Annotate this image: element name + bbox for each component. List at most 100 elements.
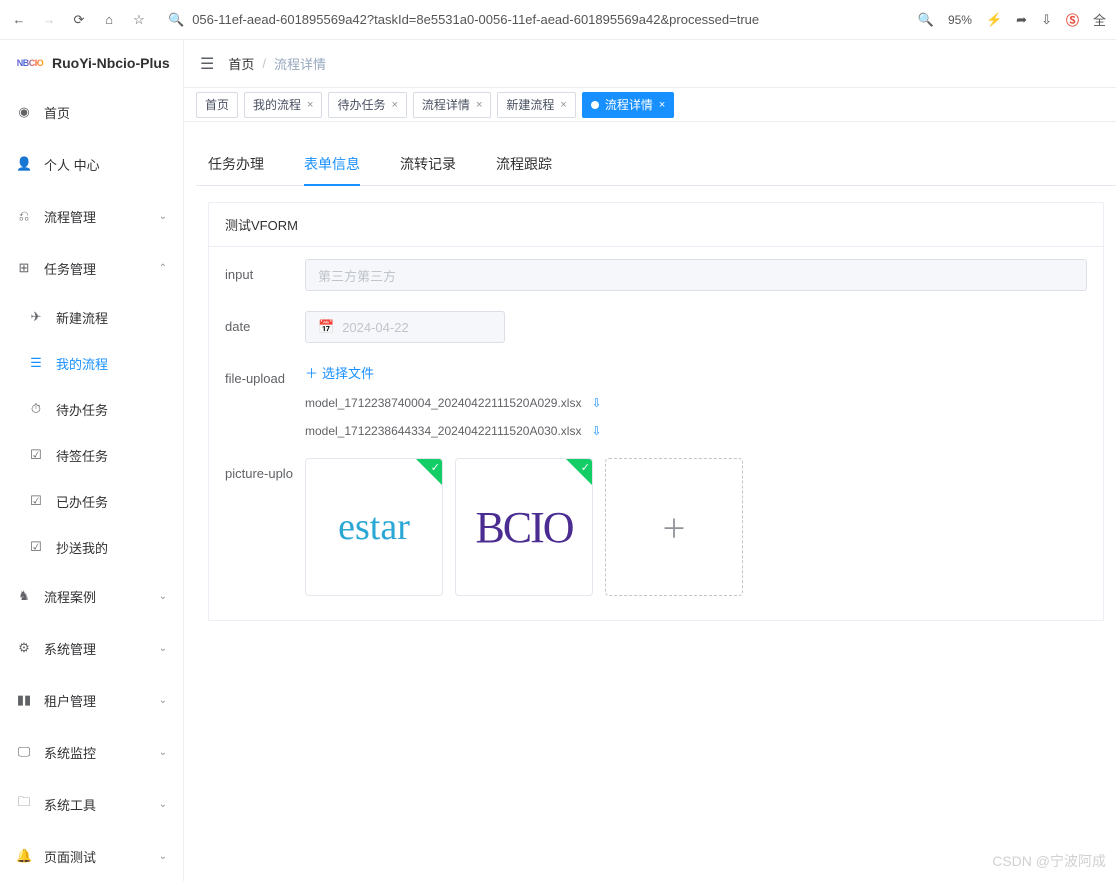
choose-file-text: 选择文件 [322,363,374,382]
inner-tab-task[interactable]: 任务办理 [208,144,264,185]
tab-flow-detail-2[interactable]: 流程详情 × [582,92,674,118]
breadcrumb-home[interactable]: 首页 [228,54,254,73]
sidebar-item-monitor[interactable]: 🖵 系统监控 ⌄ [0,726,183,778]
tab-my-flow[interactable]: 我的流程 × [244,92,322,118]
dashboard-icon: ◉ [16,104,32,120]
logo-row[interactable]: NBCIO RuoYi-Nbcio-Plus [0,40,183,86]
close-icon[interactable]: × [391,99,397,111]
inner-tab-form[interactable]: 表单信息 [304,144,360,186]
tab-label: 流程详情 [605,96,653,113]
sidebar-item-tools[interactable]: 🗀 系统工具 ⌄ [0,778,183,830]
sidebar-item-flow-mgmt[interactable]: ⎌ 流程管理 ⌄ [0,190,183,242]
more-text[interactable]: 全 [1093,10,1106,29]
star-icon[interactable]: ☆ [130,11,148,29]
user-icon: 👤 [16,156,32,172]
breadcrumb-current: 流程详情 [274,54,326,73]
tool-icon: 🗀 [16,793,32,815]
picture-thumbnail[interactable]: estar [305,458,443,596]
picture-content: estar [338,505,410,549]
zoom-out-icon[interactable]: 🔍 [918,12,934,28]
sidebar-item-task-mgmt[interactable]: ⊞ 任务管理 ⌃ [0,242,183,294]
zoom-level: 95% [948,13,972,27]
logo-icon: NBCIO [16,54,44,72]
bell-icon: 🔔 [16,848,32,864]
tenant-icon: ▮▮ [16,692,32,708]
sidebar-item-label: 系统工具 [44,795,96,814]
file-item: model_1712238740004_20240422111520A029.x… [305,396,1087,410]
bolt-icon[interactable]: ⚡ [986,12,1002,28]
case-icon: ♞ [16,588,32,604]
sidebar-item-home[interactable]: ◉ 首页 [0,86,183,138]
form-card: 测试VFORM input 第三方第三方 date 📅 2024- [208,202,1104,621]
close-icon[interactable]: × [659,99,665,111]
sidebar-item-label: 流程管理 [44,207,96,226]
search-icon: 🔍 [168,12,184,28]
list-icon: ☰ [28,355,44,371]
tab-label: 我的流程 [253,96,301,113]
sidebar-item-done[interactable]: ☑ 已办任务 [0,478,183,524]
task-icon: ⊞ [16,260,32,276]
tab-home[interactable]: 首页 [196,92,238,118]
picture-content: BCIO [475,502,572,553]
sidebar-item-label: 我的流程 [56,354,108,373]
sidebar-item-label: 新建流程 [56,308,108,327]
inner-tab-history[interactable]: 流转记录 [400,144,456,185]
gear-icon: ⚙ [16,640,32,656]
file-name: model_1712238740004_20240422111520A029.x… [305,396,581,410]
browser-toolbar: ← → ⟳ ⌂ ☆ 🔍 056-11ef-aead-601895569a42?t… [0,0,1116,40]
forward-icon[interactable]: → [40,11,58,29]
refresh-icon[interactable]: ⟳ [70,11,88,29]
file-label: file-upload [225,363,305,386]
chevron-down-icon: ⌄ [159,211,167,222]
task-submenu: ✈ 新建流程 ☰ 我的流程 ⏱ 待办任务 ☑ 待签任务 ☑ 已办任务 ☑ 抄送我… [0,294,183,570]
sidebar-item-label: 待签任务 [56,446,108,465]
tab-todo[interactable]: 待办任务 × [328,92,406,118]
sidebar-item-test[interactable]: 🔔 页面测试 ⌄ [0,830,183,881]
sidebar-item-profile[interactable]: 👤 个人 中心 [0,138,183,190]
hamburger-icon[interactable]: ☰ [200,54,214,74]
sidebar-item-sys-mgmt[interactable]: ⚙ 系统管理 ⌄ [0,622,183,674]
download-icon[interactable]: ⇩ [591,424,601,438]
monitor-icon: 🖵 [16,744,32,760]
watermark: CSDN @宁波阿成 [992,851,1106,871]
back-icon[interactable]: ← [10,11,28,29]
file-name: model_1712238644334_20240422111520A030.x… [305,424,581,438]
sidebar-item-tosign[interactable]: ☑ 待签任务 [0,432,183,478]
url-text: 056-11ef-aead-601895569a42?taskId=8e5531… [192,12,759,27]
chevron-down-icon: ⌄ [159,591,167,602]
active-dot-icon [591,101,599,109]
tab-label: 待办任务 [337,96,385,113]
send-icon: ✈ [28,309,44,325]
close-icon[interactable]: × [560,99,566,111]
url-bar[interactable]: 🔍 056-11ef-aead-601895569a42?taskId=8e55… [160,6,906,34]
sidebar-item-case[interactable]: ♞ 流程案例 ⌄ [0,570,183,622]
page-tabs: 首页 我的流程× 待办任务× 流程详情× 新建流程× 流程详情× [184,88,1116,122]
home-icon[interactable]: ⌂ [100,11,118,29]
sidebar-item-cc[interactable]: ☑ 抄送我的 [0,524,183,570]
inner-tab-track[interactable]: 流程跟踪 [496,144,552,185]
close-icon[interactable]: × [307,99,313,111]
choose-file-button[interactable]: ＋ 选择文件 [305,363,1087,382]
tab-new-flow[interactable]: 新建流程× [497,92,575,118]
check-icon: ☑ [28,493,44,509]
sidebar-item-new-flow[interactable]: ✈ 新建流程 [0,294,183,340]
close-icon[interactable]: × [476,99,482,111]
content: 任务办理 表单信息 流转记录 流程跟踪 测试VFORM input 第三方第三方… [184,122,1116,881]
date-field[interactable]: 📅 2024-04-22 [305,311,505,343]
picture-upload-button[interactable]: ＋ [605,458,743,596]
download-icon[interactable]: ⇩ [591,396,601,410]
sogou-icon[interactable]: Ⓢ [1066,10,1079,29]
sidebar-item-todo[interactable]: ⏱ 待办任务 [0,386,183,432]
tab-flow-detail-1[interactable]: 流程详情× [413,92,491,118]
file-item: model_1712238644334_20240422111520A030.x… [305,424,1087,438]
plus-icon: ＋ [661,509,687,546]
input-field[interactable]: 第三方第三方 [305,259,1087,291]
picture-thumbnail[interactable]: BCIO [455,458,593,596]
sidebar-item-my-flow[interactable]: ☰ 我的流程 [0,340,183,386]
date-value: 2024-04-22 [342,320,409,335]
sidebar-item-tenant[interactable]: ▮▮ 租户管理 ⌄ [0,674,183,726]
breadcrumb: 首页 / 流程详情 [228,54,326,73]
chevron-down-icon: ⌄ [159,799,167,810]
share-icon[interactable]: ➦ [1016,12,1027,28]
download-icon[interactable]: ⇩ [1041,12,1052,28]
